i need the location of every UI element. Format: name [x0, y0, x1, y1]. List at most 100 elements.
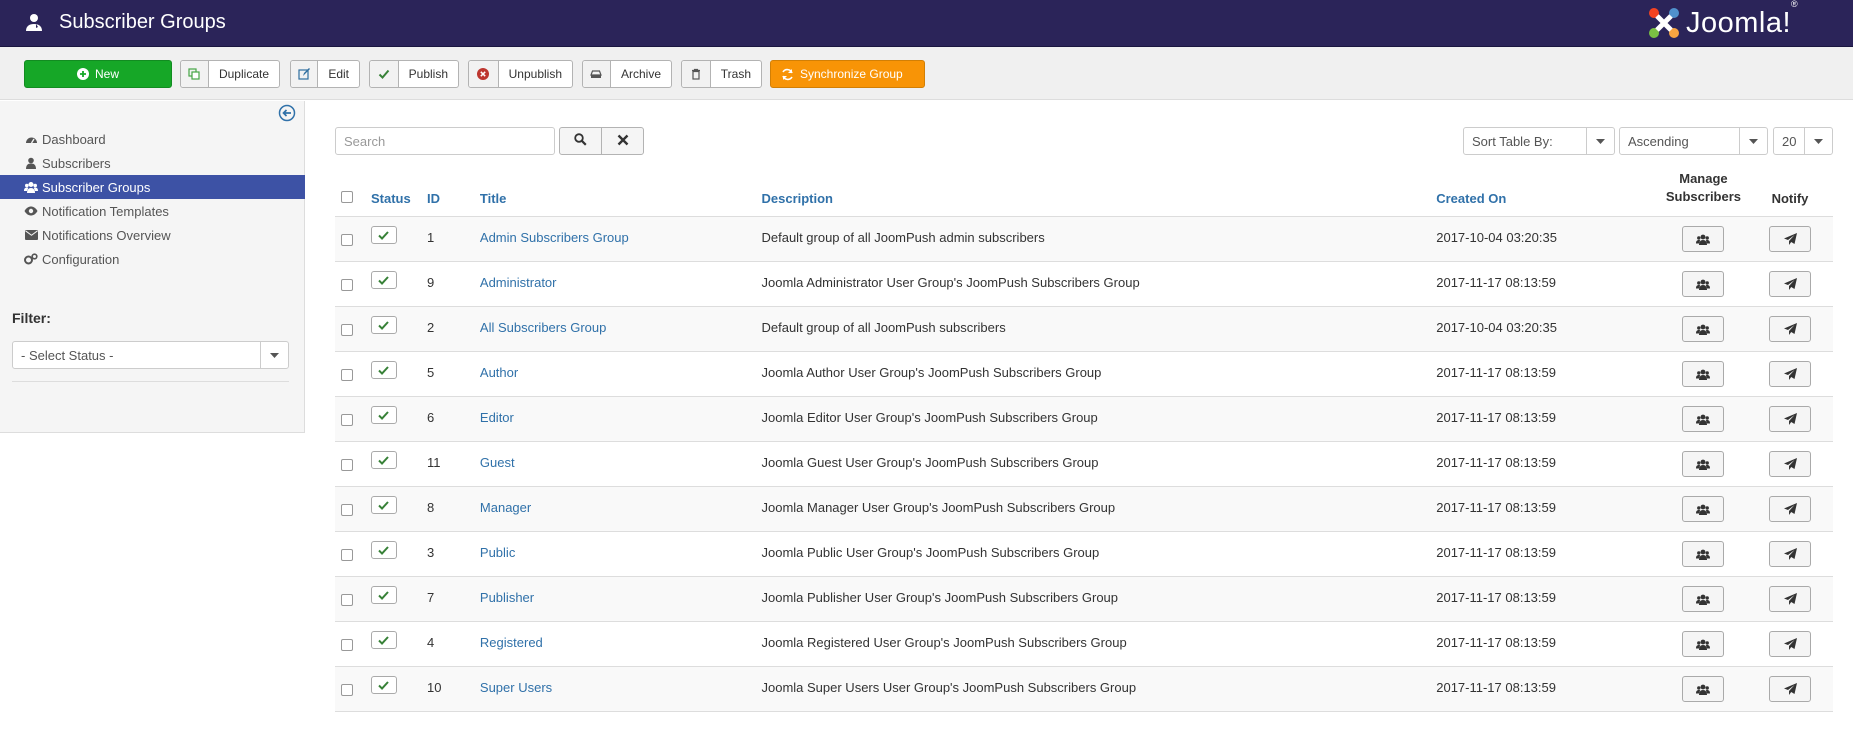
select-all-checkbox[interactable]	[341, 191, 353, 203]
paper-plane-icon	[1783, 548, 1797, 560]
group-title-link[interactable]: All Subscribers Group	[480, 320, 606, 335]
unpublish-button[interactable]: Unpublish	[468, 60, 573, 88]
manage-subscribers-button[interactable]	[1682, 586, 1725, 612]
send-notification-button[interactable]	[1769, 631, 1811, 657]
row-checkbox[interactable]	[341, 279, 353, 291]
joomla-logo[interactable]: Joomla!®	[1646, 0, 1798, 42]
published-toggle[interactable]	[370, 586, 397, 604]
manage-subscribers-button[interactable]	[1682, 451, 1725, 477]
row-checkbox[interactable]	[341, 639, 353, 651]
send-notification-button[interactable]	[1769, 451, 1811, 477]
group-title-link[interactable]: Administrator	[480, 275, 557, 290]
published-toggle[interactable]	[370, 271, 397, 289]
row-checkbox[interactable]	[341, 684, 353, 696]
send-notification-button[interactable]	[1769, 271, 1811, 297]
send-notification-button[interactable]	[1769, 541, 1811, 567]
sidebar-item-subscriber-groups[interactable]: Subscriber Groups	[0, 175, 305, 199]
trash-button[interactable]: Trash	[681, 60, 762, 88]
manage-subscribers-button[interactable]	[1682, 541, 1725, 567]
send-notification-button[interactable]	[1769, 316, 1811, 342]
published-toggle[interactable]	[370, 361, 397, 379]
group-title-link[interactable]: Author	[480, 365, 518, 380]
send-notification-button[interactable]	[1769, 676, 1811, 702]
published-toggle[interactable]	[370, 541, 397, 559]
row-checkbox[interactable]	[341, 234, 353, 246]
manage-subscribers-button[interactable]	[1682, 676, 1725, 702]
row-checkbox[interactable]	[341, 369, 353, 381]
table-row: 8 Manager Joomla Manager User Group's Joom…	[335, 486, 1833, 532]
manage-subscribers-button[interactable]	[1682, 226, 1725, 252]
group-title-link[interactable]: Editor	[480, 410, 514, 425]
edit-button[interactable]: Edit	[290, 60, 360, 88]
row-status-cell	[364, 531, 421, 577]
sidebar-item-notifications-overview[interactable]: Notifications Overview	[0, 223, 305, 247]
new-button[interactable]: New	[24, 60, 172, 88]
check-icon	[378, 365, 390, 375]
list-limit-select[interactable]: 20	[1773, 127, 1833, 155]
search-icon	[574, 133, 587, 149]
id-header[interactable]: ID	[420, 170, 474, 217]
row-checkbox[interactable]	[341, 504, 353, 516]
group-title-link[interactable]: Registered	[480, 635, 543, 650]
dashboard-icon	[24, 132, 38, 146]
row-title-cell: Admin Subscribers Group	[473, 216, 756, 262]
manage-subscribers-button[interactable]	[1682, 316, 1725, 342]
sidebar-item-notification-templates[interactable]: Notification Templates	[0, 199, 305, 223]
send-notification-button[interactable]	[1769, 496, 1811, 522]
published-toggle[interactable]	[370, 406, 397, 424]
row-notify-cell	[1747, 306, 1833, 352]
sidebar-item-configuration[interactable]: Configuration	[0, 247, 305, 271]
manage-subscribers-button[interactable]	[1682, 496, 1725, 522]
published-toggle[interactable]	[370, 226, 397, 244]
caret-down-icon	[1804, 128, 1832, 154]
published-toggle[interactable]	[370, 496, 397, 514]
published-toggle[interactable]	[370, 451, 397, 469]
published-toggle[interactable]	[370, 631, 397, 649]
publish-button[interactable]: Publish	[369, 60, 459, 88]
clear-search-button[interactable]	[601, 127, 644, 155]
row-checkbox[interactable]	[341, 324, 353, 336]
created-on-header[interactable]: Created On	[1430, 170, 1660, 217]
send-notification-button[interactable]	[1769, 406, 1811, 432]
group-title-link[interactable]: Manager	[480, 500, 531, 515]
synchronize-group-button[interactable]: Synchronize Group	[770, 60, 925, 88]
title-header[interactable]: Title	[473, 170, 756, 217]
search-input[interactable]	[335, 127, 555, 155]
row-id: 9	[420, 261, 474, 307]
search-button[interactable]	[559, 127, 602, 155]
send-notification-button[interactable]	[1769, 586, 1811, 612]
row-title-cell: Registered	[473, 621, 756, 667]
row-checkbox[interactable]	[341, 549, 353, 561]
sort-direction-select[interactable]: Ascending	[1619, 127, 1768, 155]
archive-button[interactable]: Archive	[582, 60, 672, 88]
row-checkbox[interactable]	[341, 594, 353, 606]
send-notification-button[interactable]	[1769, 361, 1811, 387]
refresh-icon	[781, 68, 794, 81]
manage-subscribers-button[interactable]	[1682, 631, 1725, 657]
paper-plane-icon	[1783, 278, 1797, 290]
sort-by-select[interactable]: Sort Table By:	[1463, 127, 1615, 155]
manage-subscribers-button[interactable]	[1682, 406, 1725, 432]
manage-subscribers-button[interactable]	[1682, 361, 1725, 387]
description-header[interactable]: Description	[755, 170, 1431, 217]
row-checkbox[interactable]	[341, 414, 353, 426]
row-description: Joomla Administrator User Group's JoomPu…	[755, 261, 1431, 307]
duplicate-button[interactable]: Duplicate	[180, 60, 280, 88]
collapse-sidebar-icon[interactable]	[278, 104, 296, 122]
row-manage-cell	[1659, 666, 1748, 712]
group-title-link[interactable]: Guest	[480, 455, 515, 470]
published-toggle[interactable]	[370, 676, 397, 694]
group-title-link[interactable]: Public	[480, 545, 515, 560]
status-header[interactable]: Status	[364, 170, 421, 217]
group-title-link[interactable]: Super Users	[480, 680, 552, 695]
group-title-link[interactable]: Admin Subscribers Group	[480, 230, 629, 245]
sidebar-item-subscribers[interactable]: Subscribers	[0, 151, 305, 175]
row-created-on: 2017-11-17 08:13:59	[1430, 531, 1660, 577]
send-notification-button[interactable]	[1769, 226, 1811, 252]
published-toggle[interactable]	[370, 316, 397, 334]
group-title-link[interactable]: Publisher	[480, 590, 534, 605]
manage-subscribers-button[interactable]	[1682, 271, 1725, 297]
sidebar-item-dashboard[interactable]: Dashboard	[0, 127, 305, 151]
row-checkbox[interactable]	[341, 459, 353, 471]
status-filter-select[interactable]: - Select Status -	[12, 341, 289, 369]
